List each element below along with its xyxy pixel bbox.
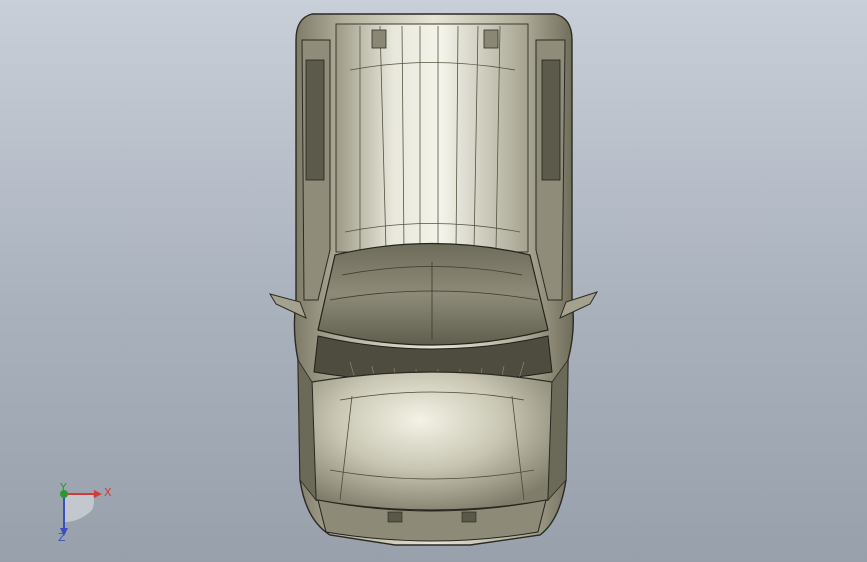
- hood: [311, 371, 553, 511]
- axis-z-label: Z: [58, 531, 66, 544]
- coordinate-triad: X Y Z: [50, 482, 120, 546]
- axis-x-label: X: [104, 486, 112, 499]
- cab-roof: [317, 242, 549, 346]
- truck-model[interactable]: [0, 0, 867, 562]
- graphics-viewport[interactable]: X Y Z: [0, 0, 867, 562]
- axis-y-label: Y: [60, 481, 67, 494]
